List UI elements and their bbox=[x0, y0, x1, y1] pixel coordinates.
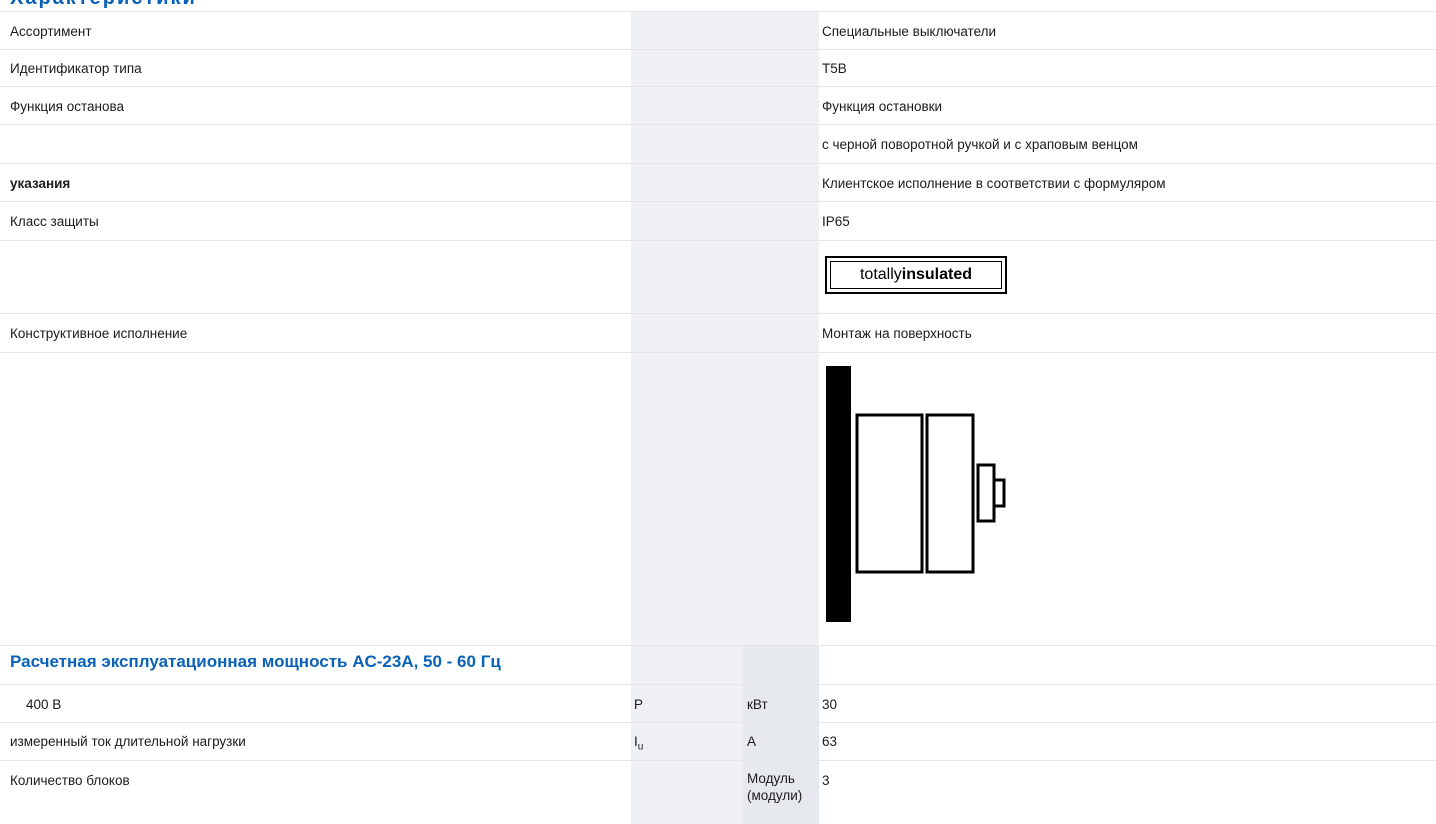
spec-value: с черной поворотной ручкой и с храповым … bbox=[822, 137, 1138, 152]
spec-row-insulation-badge bbox=[0, 241, 1436, 314]
totally-insulated-logo: tot ally insulated bbox=[825, 256, 1007, 294]
data-row-power: 400 В P кВт 30 bbox=[0, 684, 1436, 723]
spec-value: Клиентское исполнение в соответствии с ф… bbox=[822, 176, 1166, 191]
spec-label: Идентификатор типа bbox=[10, 61, 142, 76]
data-label: измеренный ток длительной нагрузки bbox=[10, 734, 246, 749]
data-label: 400 В bbox=[26, 697, 62, 712]
section-title: Расчетная эксплуатационная мощность AC-2… bbox=[10, 652, 501, 671]
surface-mount-drawing bbox=[826, 366, 1006, 622]
spec-row-notes: указания Клиентское исполнение в соответ… bbox=[0, 164, 1436, 202]
data-value: 63 bbox=[822, 734, 838, 749]
spec-label: Функция останова bbox=[10, 99, 124, 114]
spec-row-type: Идентификатор типа T5B bbox=[0, 49, 1436, 87]
spec-label: Класс защиты bbox=[10, 214, 99, 229]
spec-row-assortment: Ассортимент Специальные выключатели bbox=[0, 11, 1436, 50]
spec-row-stop-function: Функция останова Функция остановки bbox=[0, 87, 1436, 125]
data-unit: кВт bbox=[747, 697, 768, 712]
spec-label: указания bbox=[10, 176, 71, 191]
data-label: Количество блоков bbox=[10, 773, 130, 788]
data-symbol: Iu bbox=[634, 734, 644, 753]
data-row-modules: Количество блоков Модуль (модули) 3 bbox=[0, 761, 1436, 824]
spec-value: T5B bbox=[822, 61, 847, 76]
spec-row-handle: с черной поворотной ручкой и с храповым … bbox=[0, 125, 1436, 164]
spec-value: Монтаж на поверхность bbox=[822, 326, 972, 341]
spec-value: IP65 bbox=[822, 214, 850, 229]
data-symbol: P bbox=[634, 697, 644, 712]
spec-label: Конструктивное исполнение bbox=[10, 326, 188, 341]
data-value: 30 bbox=[822, 697, 838, 712]
data-unit: Модуль (модули) bbox=[747, 771, 803, 803]
spec-row-drawing bbox=[0, 353, 1436, 646]
data-row-current: измеренный ток длительной нагрузки Iu А … bbox=[0, 722, 1436, 761]
spec-label: Ассортимент bbox=[10, 24, 92, 39]
data-value: 3 bbox=[822, 773, 830, 788]
spec-row-protection: Класс защиты IP65 bbox=[0, 202, 1436, 241]
spec-row-design: Конструктивное исполнение Монтаж на пове… bbox=[0, 314, 1436, 353]
spec-value: Специальные выключатели bbox=[822, 24, 997, 39]
page-heading: Характеристики bbox=[10, 0, 197, 10]
spec-value: Функция остановки bbox=[822, 99, 943, 114]
data-unit: А bbox=[747, 734, 757, 749]
